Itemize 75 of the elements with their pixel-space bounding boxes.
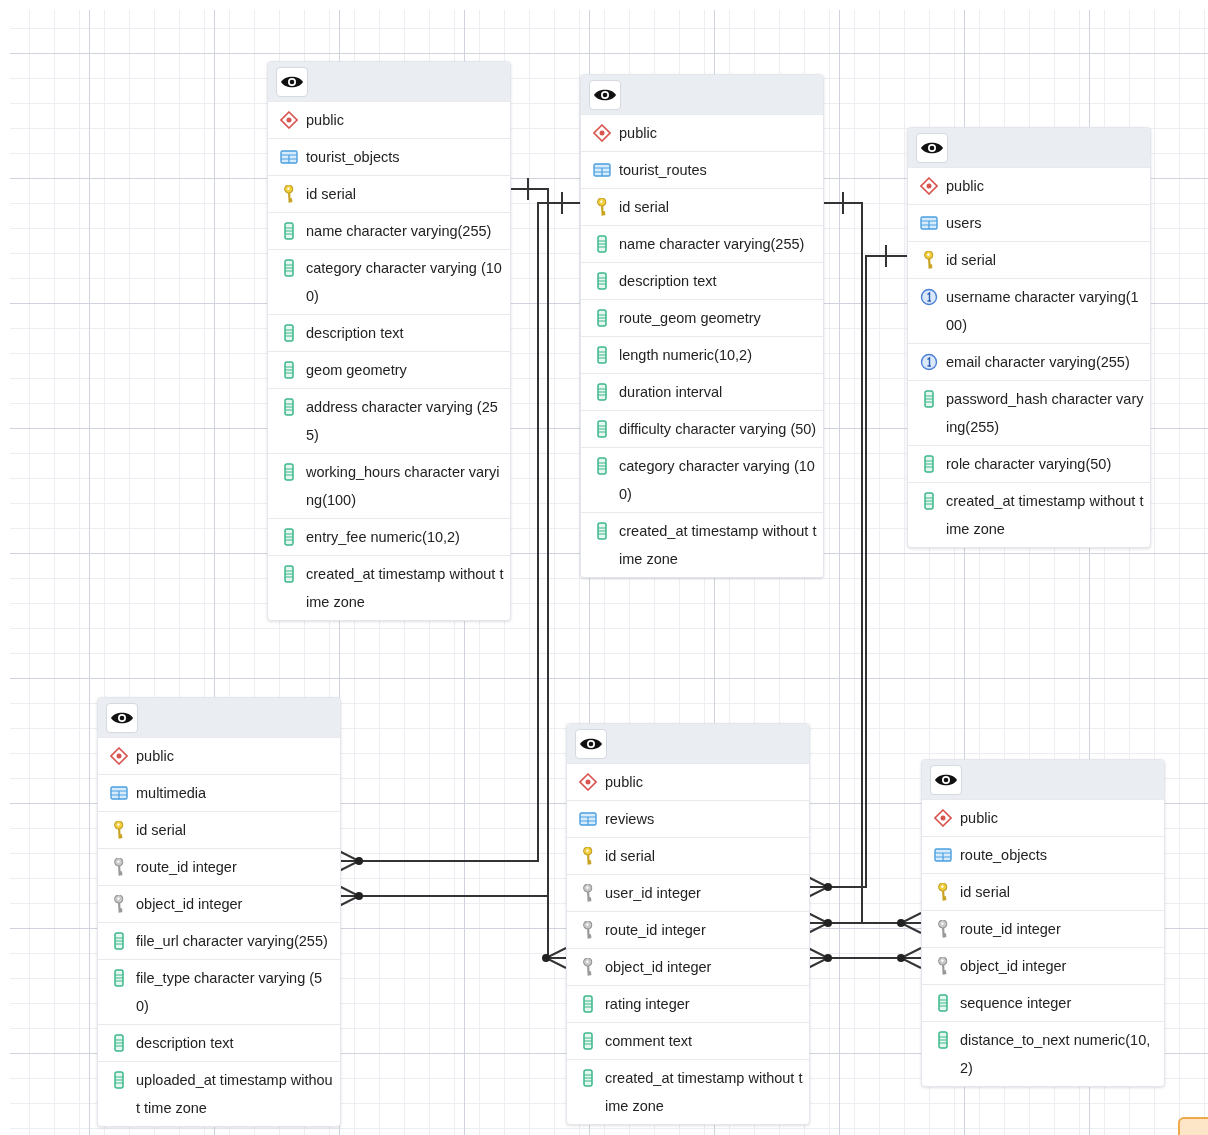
column-label: id serial xyxy=(306,185,357,204)
column-label: id serial xyxy=(605,847,656,866)
visibility-button[interactable] xyxy=(276,66,308,97)
column-label: duration interval xyxy=(619,383,724,402)
column-label: created_at timestamp without time zone xyxy=(946,492,1144,539)
column-label: route_geom geometry xyxy=(619,309,762,328)
column-label: distance_to_next numeric(10,2) xyxy=(960,1031,1152,1078)
schema-name: public xyxy=(960,809,999,828)
column-label: working_hours character varying(100) xyxy=(306,463,501,510)
table-grid-icon xyxy=(110,784,128,802)
table-grid-icon xyxy=(593,161,611,179)
visibility-button[interactable] xyxy=(106,702,138,733)
visibility-button[interactable] xyxy=(575,728,607,759)
column-label: id serial xyxy=(946,251,997,270)
column-label: uploaded_at timestamp without time zone xyxy=(136,1071,334,1118)
column-label: description text xyxy=(306,324,405,343)
column-label: category character varying (100) xyxy=(619,457,816,504)
column-label: id serial xyxy=(136,821,187,840)
table-name: multimedia xyxy=(136,784,208,803)
column-label: id serial xyxy=(619,198,670,217)
column-label: rating integer xyxy=(605,995,691,1014)
visibility-button[interactable] xyxy=(916,132,948,163)
column-label: route_id integer xyxy=(605,921,707,940)
column-label: file_url character varying(255) xyxy=(136,932,329,951)
column-label: email character varying(255) xyxy=(946,353,1131,372)
column-label: object_id integer xyxy=(960,957,1068,976)
column-label: role character varying(50) xyxy=(946,455,1113,474)
column-label: category character varying (100) xyxy=(306,259,503,306)
table-grid-icon xyxy=(934,846,952,864)
column-label: object_id integer xyxy=(605,958,713,977)
schema-diamond-icon xyxy=(934,809,952,827)
unique-circle-icon xyxy=(920,353,938,371)
schema-name: public xyxy=(136,747,175,766)
schema-name: public xyxy=(605,773,644,792)
column-label: route_id integer xyxy=(960,920,1062,939)
schema-diamond-icon xyxy=(280,111,298,129)
column-label: created_at timestamp without time zone xyxy=(619,522,817,569)
column-label: username character varying(100) xyxy=(946,288,1140,335)
column-label: entry_fee numeric(10,2) xyxy=(306,528,461,547)
table-name: route_objects xyxy=(960,846,1049,865)
column-label: name character varying(255) xyxy=(619,235,806,254)
visibility-button[interactable] xyxy=(930,764,962,795)
schema-diamond-icon xyxy=(579,773,597,791)
schema-name: public xyxy=(619,124,658,143)
schema-name: public xyxy=(946,177,985,196)
column-label: comment text xyxy=(605,1032,694,1051)
column-label: user_id integer xyxy=(605,884,702,903)
column-label: description text xyxy=(136,1034,235,1053)
visibility-button[interactable] xyxy=(589,79,621,110)
column-label: difficulty character varying (50) xyxy=(619,420,817,439)
column-label: sequence integer xyxy=(960,994,1073,1013)
table-name: tourist_objects xyxy=(306,148,401,167)
table-grid-icon xyxy=(920,214,938,232)
table-name: reviews xyxy=(605,810,656,829)
schema-diamond-icon xyxy=(920,177,938,195)
schema-name: public xyxy=(306,111,345,130)
column-label: address character varying (255) xyxy=(306,398,499,445)
column-label: length numeric(10,2) xyxy=(619,346,753,365)
table-name: users xyxy=(946,214,983,233)
unique-circle-icon xyxy=(920,288,938,306)
table-grid-icon xyxy=(280,148,298,166)
column-label: password_hash character varying(255) xyxy=(946,390,1144,437)
column-label: created_at timestamp without time zone xyxy=(605,1069,803,1116)
column-label: description text xyxy=(619,272,718,291)
table-grid-icon xyxy=(579,810,597,828)
column-label: name character varying(255) xyxy=(306,222,493,241)
column-label: file_type character varying (50) xyxy=(136,969,324,1016)
schema-diamond-icon xyxy=(593,124,611,142)
schema-diamond-icon xyxy=(110,747,128,765)
table-name: tourist_routes xyxy=(619,161,708,180)
column-label: created_at timestamp without time zone xyxy=(306,565,504,612)
column-label: object_id integer xyxy=(136,895,244,914)
column-label: route_id integer xyxy=(136,858,238,877)
column-label: geom geometry xyxy=(306,361,408,380)
column-label: id serial xyxy=(960,883,1011,902)
